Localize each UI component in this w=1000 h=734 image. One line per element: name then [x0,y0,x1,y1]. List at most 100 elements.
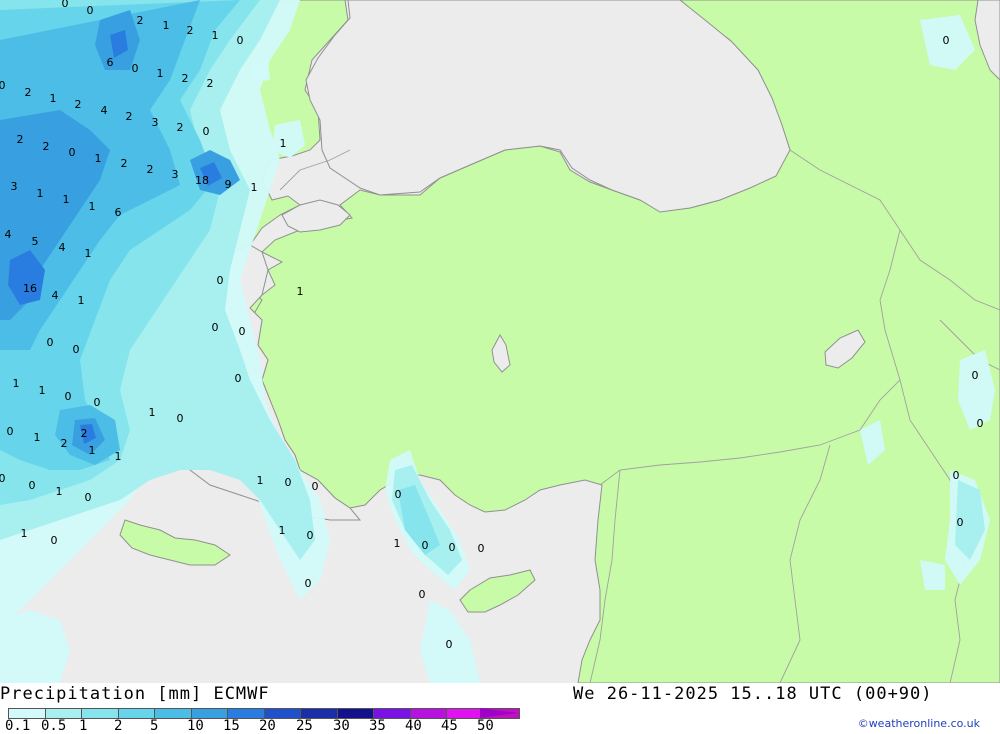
precip-value-label: 0 [305,577,312,590]
precipitation-map[interactable]: 0 0 2 1 2 1 0 6 0 1 2 2 0 2 1 2 4 2 3 2 0 2 2 0 1 2 2 3 18 9 1 1 3 1 1 1 6 4 5… [0,0,1000,683]
precip-value-label: 2 [182,72,189,85]
precip-value-label: 0 [51,534,58,547]
legend-value: 40 [405,718,422,734]
precip-value-label: 1 [37,187,44,200]
legend-value: 20 [259,718,276,734]
precip-value-label: 0 [29,479,36,492]
precip-value-label: 0 [87,4,94,17]
precip-value-label: 2 [81,427,88,440]
precip-value-label: 0 [62,0,69,10]
map-canvas: 002 1 2 1 06 0 1 2 202 1 2 4 2 3 2 022 0 1 2 2 3 18 9 1131 11 645… [0,0,1000,683]
precip-value-label: 2 [61,437,68,450]
precip-value-label: 2 [17,133,24,146]
legend-value: 2 [114,718,123,734]
precip-value-label: 2 [177,121,184,134]
precip-value-label: 2 [43,140,50,153]
precip-value-label: 0 [47,336,54,349]
precip-value-label: 1 [34,431,41,444]
precip-value-label: 1 [297,285,304,298]
precip-value-label: 1 [115,450,122,463]
legend-value: 1 [79,718,88,734]
map-title: Precipitation [mm] ECMWF [0,684,270,704]
precip-value-label: 0 [395,488,402,501]
precip-value-label: 3 [11,180,18,193]
precip-value-label: 1 [280,137,287,150]
precip-value-label: 0 [0,472,6,485]
precip-value-label: 0 [212,321,219,334]
precip-value-label: 0 [285,476,292,489]
precip-value-label: 5 [32,235,39,248]
legend-arrow-icon [480,708,518,718]
precip-value-label: 0 [312,480,319,493]
precip-value-label: 1 [56,485,63,498]
precip-value-label: 1 [212,29,219,42]
legend-swatch [154,708,192,719]
precip-value-label: 0 [235,372,242,385]
precip-value-label: 9 [225,178,232,191]
precip-value-label: 1 [251,181,258,194]
precip-value-label: 1 [39,384,46,397]
precip-value-label: 2 [207,77,214,90]
precip-value-label: 1 [163,19,170,32]
precip-value-label: 0 [307,529,314,542]
precip-value-label: 0 [943,34,950,47]
precip-value-label: 0 [177,412,184,425]
precip-value-label: 4 [59,241,66,254]
precip-value-label: 2 [187,24,194,37]
precip-value-label: 0 [0,79,6,92]
precip-value-label: 0 [94,396,101,409]
precip-value-label: 0 [237,34,244,47]
precip-value-label: 1 [78,294,85,307]
precip-value-label: 2 [25,86,32,99]
legend-value: 5 [150,718,159,734]
precip-value-label: 2 [147,163,154,176]
precip-value-label: 0 [446,638,453,651]
precip-value-label: 1 [157,67,164,80]
precip-value-label: 1 [89,200,96,213]
precip-value-label: 3 [152,116,159,129]
precip-value-label: 1 [394,537,401,550]
precip-value-label: 0 [953,469,960,482]
precip-value-label: 1 [95,152,102,165]
precip-value-label: 1 [257,474,264,487]
precip-value-label: 1 [149,406,156,419]
precip-value-label: 3 [172,168,179,181]
precip-value-label: 0 [419,588,426,601]
precip-value-label: 0 [69,146,76,159]
legend-value: 0.1 [5,718,31,734]
precip-value-label: 6 [107,56,114,69]
precip-value-label: 2 [121,157,128,170]
precip-value-label: 0 [977,417,984,430]
precip-value-label: 16 [23,282,37,295]
precip-value-label: 1 [85,247,92,260]
precip-value-label: 0 [203,125,210,138]
legend-value: 25 [296,718,313,734]
precip-value-label: 0 [422,539,429,552]
credit-link[interactable]: ©weatheronline.co.uk [858,717,980,730]
legend-value: 15 [223,718,240,734]
legend-value: 35 [369,718,386,734]
precip-value-label: 1 [63,193,70,206]
legend-value: 10 [187,718,204,734]
precip-value-label: 0 [85,491,92,504]
legend-value: 0.5 [41,718,67,734]
precip-value-label: 6 [115,206,122,219]
precip-value-label: 1 [13,377,20,390]
precip-value-label: 2 [126,110,133,123]
precip-value-label: 4 [101,104,108,117]
legend-value: 45 [441,718,458,734]
valid-time: We 26-11-2025 15..18 UTC (00+90) [573,684,933,704]
precip-value-label: 0 [217,274,224,287]
legend-value: 50 [477,718,494,734]
precip-value-label: 4 [5,228,12,241]
precip-value-label: 0 [7,425,14,438]
precip-value-label: 2 [137,14,144,27]
precip-value-label: 0 [957,516,964,529]
precip-value-label: 0 [478,542,485,555]
precip-value-label: 1 [21,527,28,540]
precip-value-label: 0 [972,369,979,382]
precip-value-label: 18 [195,174,209,187]
precip-value-label: 0 [239,325,246,338]
precip-value-label: 0 [449,541,456,554]
precip-value-label: 0 [132,62,139,75]
